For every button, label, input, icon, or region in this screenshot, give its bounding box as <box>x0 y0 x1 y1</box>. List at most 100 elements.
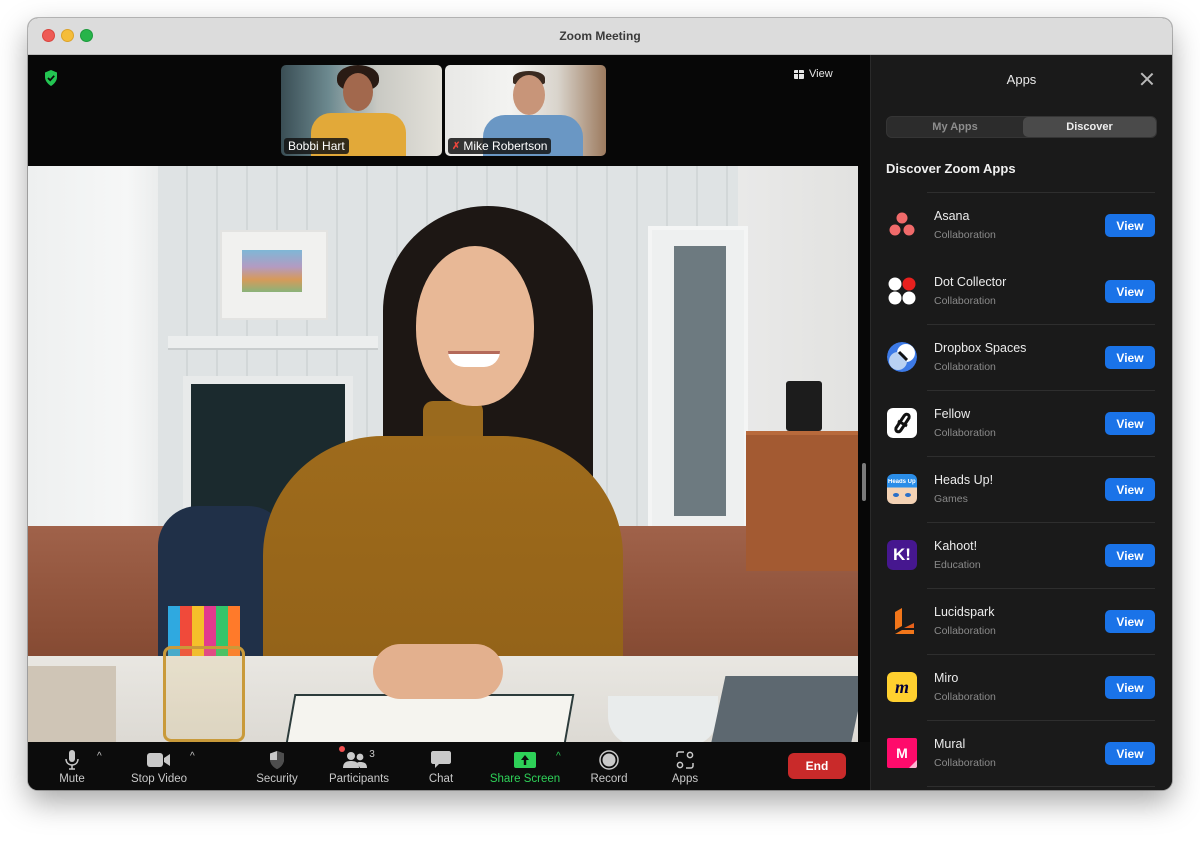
participants-icon: 3 <box>339 746 375 772</box>
security-shield-icon <box>268 748 286 772</box>
stop-video-label: Stop Video <box>130 773 188 785</box>
video-background <box>28 666 116 742</box>
apps-button[interactable]: Apps <box>668 742 702 790</box>
record-icon <box>599 748 619 772</box>
tab-discover[interactable]: Discover <box>1023 117 1156 137</box>
audio-options-caret[interactable]: ^ <box>97 751 102 762</box>
share-screen-icon <box>514 748 536 772</box>
participant-name-tag: ✗ Mike Robertson <box>448 138 552 154</box>
video-background <box>746 431 858 571</box>
participant-name: Mike Robertson <box>463 139 548 153</box>
video-options-caret[interactable]: ^ <box>190 751 195 762</box>
participants-label: Participants <box>328 773 390 785</box>
heads-up-eye <box>893 493 899 497</box>
active-speaker-video <box>28 166 858 742</box>
record-button[interactable]: Record <box>588 742 630 790</box>
share-options-caret[interactable]: ^ <box>556 751 561 762</box>
view-app-button[interactable]: View <box>1105 280 1155 303</box>
security-button[interactable]: Security <box>252 742 302 790</box>
app-name: Lucidspark <box>934 605 995 619</box>
miro-icon: m <box>887 672 917 702</box>
video-background <box>285 694 575 742</box>
apps-label: Apps <box>671 773 699 785</box>
mute-button[interactable]: Mute <box>54 742 90 790</box>
mural-icon-text: M <box>896 745 908 761</box>
heads-up-icon: Heads Up! <box>887 474 917 504</box>
app-name: Fellow <box>934 407 971 421</box>
view-button[interactable]: View <box>794 68 833 80</box>
apps-panel-title: Apps <box>1006 72 1037 87</box>
app-list-item: K! Kahoot! Education View <box>887 522 1155 588</box>
participant-video-head <box>343 73 373 111</box>
participant-thumbnail[interactable]: ✗ Mike Robertson <box>445 65 606 156</box>
share-screen-label: Share Screen <box>489 773 561 785</box>
app-name: Miro <box>934 671 959 685</box>
app-name: Dropbox Spaces <box>934 341 1027 355</box>
apps-icon <box>676 748 694 772</box>
app-list-item: M Mural Collaboration View <box>887 720 1155 786</box>
video-camera-icon <box>147 748 171 772</box>
video-background <box>674 246 726 516</box>
close-icon[interactable] <box>1140 72 1154 86</box>
meeting-area: Bobbi Hart ✗ Mike Robertson View Mute ^ … <box>28 55 870 790</box>
view-app-button[interactable]: View <box>1105 478 1155 501</box>
app-category: Collaboration <box>934 229 996 241</box>
tab-my-apps[interactable]: My Apps <box>887 117 1023 137</box>
dropbox-spaces-icon <box>887 342 917 372</box>
participant-thumbnail[interactable]: Bobbi Hart <box>281 65 442 156</box>
app-list-divider <box>927 786 1155 787</box>
heads-up-icon-text: Heads Up! <box>888 479 916 485</box>
app-category: Collaboration <box>934 625 996 637</box>
app-list-item: Fellow Collaboration View <box>887 390 1155 456</box>
view-app-button[interactable]: View <box>1105 742 1155 765</box>
dot-collector-icon <box>887 276 917 306</box>
security-label: Security <box>256 773 298 785</box>
app-list-item: Lucidspark Collaboration View <box>895 588 1155 654</box>
app-list-item: m Miro Collaboration View <box>887 654 1155 720</box>
record-label: Record <box>590 773 628 785</box>
view-app-button[interactable]: View <box>1105 346 1155 369</box>
chat-button[interactable]: Chat <box>426 742 456 790</box>
app-list: Asana Collaboration View Dot Collector C… <box>871 192 1172 787</box>
speaker-figure <box>373 644 503 699</box>
grid-icon <box>794 69 804 79</box>
heads-up-eye <box>905 493 911 497</box>
kahoot-icon: K! <box>887 540 917 570</box>
app-list-item: Heads Up! Heads Up! Games View <box>887 456 1155 522</box>
app-category: Collaboration <box>934 427 996 439</box>
miro-icon-text: m <box>894 676 909 697</box>
fellow-icon <box>887 408 917 438</box>
participant-name-tag: Bobbi Hart <box>284 138 349 154</box>
participants-button[interactable]: 3 Participants <box>326 742 392 790</box>
app-name: Asana <box>934 209 970 223</box>
share-screen-button[interactable]: Share Screen <box>488 742 562 790</box>
participant-name: Bobbi Hart <box>288 139 345 153</box>
panel-resize-handle[interactable] <box>862 463 866 501</box>
view-label: View <box>809 68 833 80</box>
app-category: Collaboration <box>934 361 996 373</box>
mute-label: Mute <box>59 773 85 785</box>
lucidspark-icon <box>887 606 917 636</box>
shield-check-icon[interactable] <box>44 70 58 86</box>
view-app-button[interactable]: View <box>1105 544 1155 567</box>
view-app-button[interactable]: View <box>1105 676 1155 699</box>
app-name: Mural <box>934 737 966 751</box>
app-list-item: Dot Collector Collaboration View <box>888 258 1155 324</box>
app-name: Heads Up! <box>934 473 994 487</box>
app-name: Kahoot! <box>934 539 978 553</box>
app-category: Games <box>934 493 968 505</box>
app-list-item: Asana Collaboration View <box>889 192 1155 258</box>
view-app-button[interactable]: View <box>1105 610 1155 633</box>
mural-icon: M <box>887 738 917 768</box>
zoom-window: Zoom Meeting Bobbi Hart ✗ Mike Robertson <box>28 18 1172 790</box>
chat-bubble-icon <box>431 748 451 772</box>
meeting-toolbar: Mute ^ Stop Video ^ Security 3 Participa… <box>28 742 870 790</box>
view-app-button[interactable]: View <box>1105 214 1155 237</box>
discover-heading: Discover Zoom Apps <box>886 161 1016 176</box>
view-app-button[interactable]: View <box>1105 412 1155 435</box>
apps-panel: Apps My Apps Discover Discover Zoom Apps… <box>870 55 1172 790</box>
video-background <box>608 696 718 742</box>
end-meeting-button[interactable]: End <box>788 753 846 779</box>
stop-video-button[interactable]: Stop Video <box>128 742 190 790</box>
apps-tab-switcher: My Apps Discover <box>886 116 1157 138</box>
